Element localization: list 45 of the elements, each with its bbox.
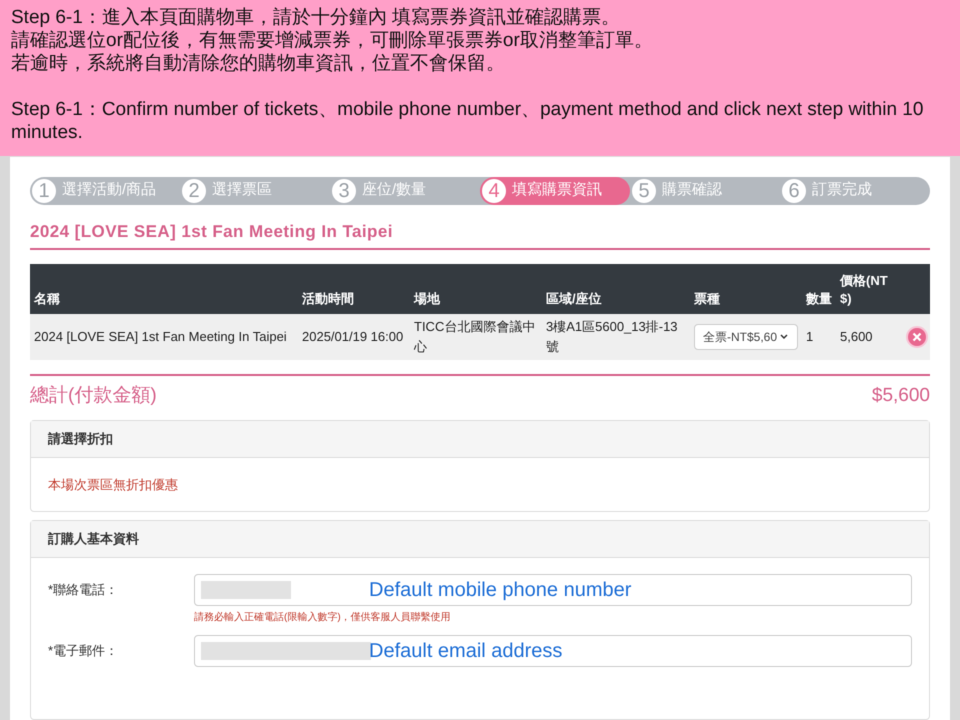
table-cell-text: 3樓A1區5600_13排-13號 xyxy=(545,318,679,356)
column-header: 場地 xyxy=(412,290,442,308)
input-field[interactable]: Default email address xyxy=(194,635,912,667)
field-label: *聯絡電話： xyxy=(48,581,120,600)
step-label: 座位/數量 xyxy=(362,180,426,200)
table-cell-text: TICC台北國際會議中心 xyxy=(412,318,536,356)
table-cell-text: 1 xyxy=(805,328,814,346)
table-cell-text: 2024 [LOVE SEA] 1st Fan Meeting In Taipei xyxy=(33,328,288,346)
step-number: 3 xyxy=(332,178,356,202)
step-label: 填寫購票資訊 xyxy=(512,180,602,200)
step-label: 選擇活動/商品 xyxy=(62,180,156,200)
chevron-icon xyxy=(779,332,789,342)
event-title: 2024 [LOVE SEA] 1st Fan Meeting In Taipei xyxy=(30,220,394,243)
column-header: 活動時間 xyxy=(301,290,355,308)
table-cell-text: 2025/01/19 16:00 xyxy=(301,328,404,346)
step-label: 選擇票區 xyxy=(212,180,272,200)
total-amount: $5,600 xyxy=(872,384,930,408)
instruction-text: 請確認選位or配位後，有無需要增減票券，可刪除單張票券or取消整筆訂單。 xyxy=(11,29,654,52)
column-header: 價格(NT$) xyxy=(838,272,889,308)
step-label: 購票確認 xyxy=(662,180,722,200)
instruction-text: Step 6-1：Confirm number of tickets、mobile phone number、payment method and click next step within 10 minutes. xyxy=(11,98,924,144)
step-number: 1 xyxy=(32,178,56,202)
step-label: 訂票完成 xyxy=(812,180,872,200)
column-header: 名稱 xyxy=(32,290,61,308)
input-field[interactable]: Default mobile phone number xyxy=(194,574,912,606)
column-header: 數量 xyxy=(804,290,833,308)
table-cell-text: 5,600 xyxy=(839,328,874,346)
step-number: 4 xyxy=(482,178,506,202)
instruction-text: 若逾時，系統將自動清除您的購物車資訊，位置不會保留。 xyxy=(11,52,506,75)
ticket-type-select[interactable]: 全票-NT$5,60 xyxy=(694,324,798,350)
annotation-text: Default mobile phone number xyxy=(369,578,632,603)
step-number: 6 xyxy=(782,178,806,202)
delete-icon[interactable] xyxy=(906,326,928,348)
instruction-text: Step 6-1：進入本頁面購物車，請於十分鐘內 填寫票券資訊並確認購票。 xyxy=(11,6,622,29)
step-number: 2 xyxy=(182,178,206,202)
step-number: 5 xyxy=(632,178,656,202)
field-label: *電子郵件： xyxy=(48,642,120,660)
column-header: 票種 xyxy=(693,290,721,308)
annotation-text: Default email address xyxy=(369,639,562,664)
column-header: 區域/座位 xyxy=(545,290,603,308)
total-label: 總計(付款金額) xyxy=(30,384,157,408)
discount-message: 本場次票區無折扣優惠 xyxy=(48,476,178,494)
field-hint: 請務必輸入正確電話(限輸入數字)，僅供客服人員聯繫使用 xyxy=(194,610,452,625)
panel-title: 訂購人基本資料 xyxy=(48,530,139,548)
panel-title: 請選擇折扣 xyxy=(48,430,113,448)
